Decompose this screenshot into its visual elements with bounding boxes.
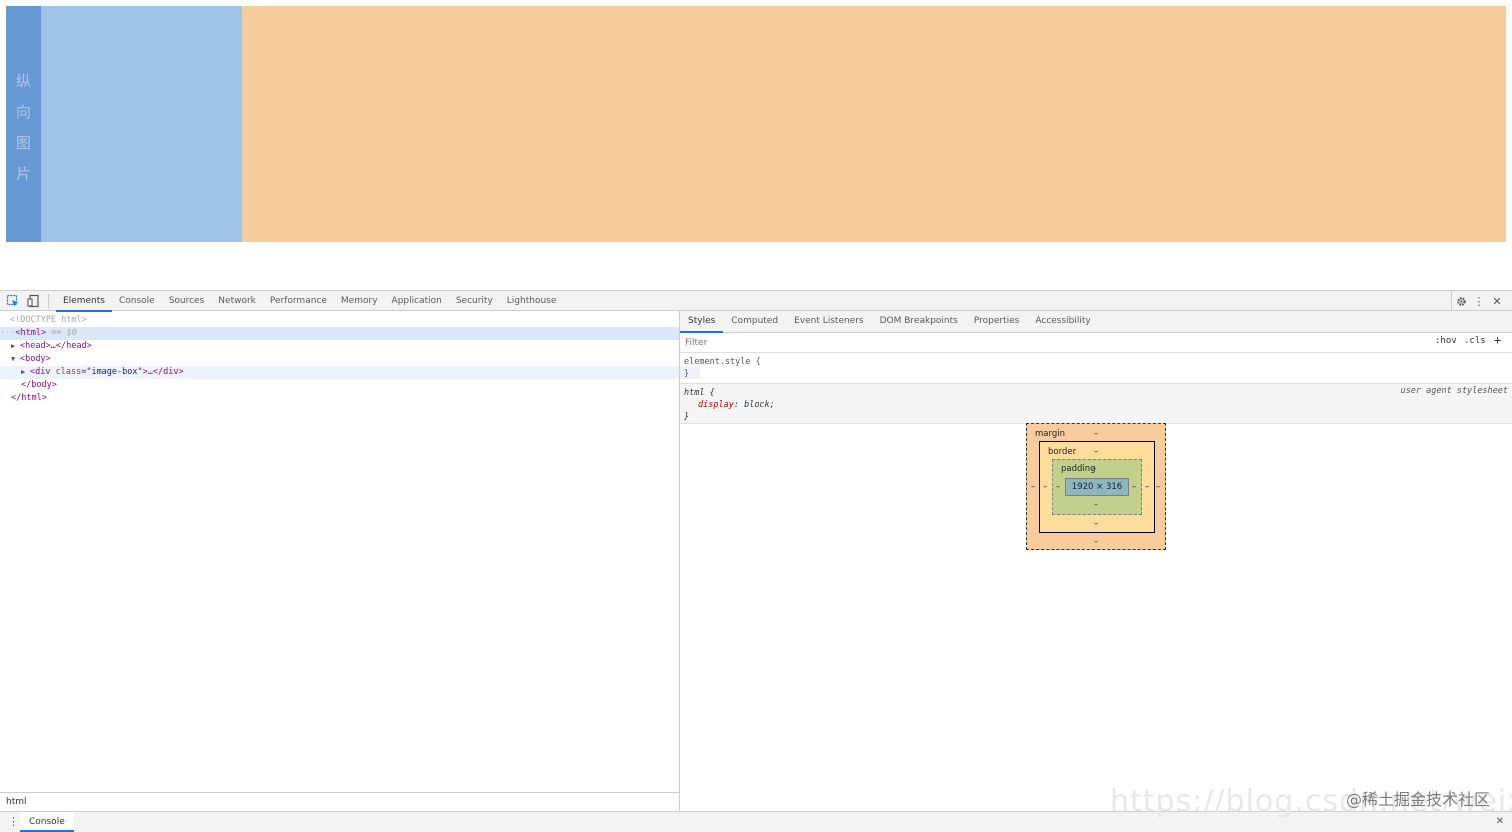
head-close-tag-name: head	[66, 341, 87, 351]
element-style-rule: element.style { }	[680, 354, 1512, 384]
image-box: 纵 向 图 片	[6, 6, 1506, 242]
div-attr-name: class	[55, 367, 82, 377]
tab-network[interactable]: Network	[211, 291, 263, 311]
tab-elements[interactable]: Elements	[56, 291, 112, 312]
collapse-triangle-icon[interactable]: ▼	[11, 353, 20, 366]
html-ua-rule: html { display: block; } user agent styl…	[680, 384, 1512, 424]
box-model-border[interactable]: border – – – – padding – – – – 1920 × 31…	[1039, 441, 1155, 533]
vertical-char-4: 片	[15, 165, 31, 183]
html-close-line[interactable]: </html>	[0, 392, 690, 405]
tab-dom-breakpoints[interactable]: DOM Breakpoints	[872, 311, 966, 332]
inspect-element-icon[interactable]	[6, 294, 20, 308]
drawer-tab-console[interactable]: Console	[20, 812, 74, 832]
selected-dots-icon: ···	[0, 328, 16, 338]
tab-sources[interactable]: Sources	[162, 291, 212, 311]
vertical-char-3: 图	[15, 134, 31, 152]
tab-application[interactable]: Application	[385, 291, 449, 311]
tab-computed[interactable]: Computed	[723, 311, 786, 332]
user-agent-label: user agent stylesheet	[1400, 386, 1508, 396]
drawer-menu-icon[interactable]: ⋮	[8, 815, 19, 828]
tab-properties[interactable]: Properties	[966, 311, 1027, 332]
tab-lighthouse[interactable]: Lighthouse	[500, 291, 564, 311]
html-rule-declaration: display: block;	[698, 400, 775, 410]
margin-top-value: –	[1094, 429, 1099, 439]
cls-button[interactable]: .cls	[1464, 336, 1486, 346]
html-tag-name: html	[20, 328, 41, 338]
margin-label: margin	[1035, 429, 1065, 439]
expand-triangle-icon[interactable]: ▶	[21, 366, 30, 379]
selected-marker: == $0	[51, 328, 77, 338]
toolbar-right-icons: ⋮ ✕	[1451, 291, 1506, 311]
devtools-toolbar: Elements Console Sources Network Perform…	[0, 290, 1512, 312]
watermark: @稀土掘金技术社区	[1345, 790, 1490, 809]
breadcrumb-html[interactable]: html	[6, 797, 27, 807]
tab-event-listeners[interactable]: Event Listeners	[786, 311, 872, 332]
more-options-icon[interactable]: ⋮	[1470, 291, 1488, 311]
head-node-line[interactable]: ▶ <head>…</head>	[0, 340, 690, 353]
margin-right-value: –	[1156, 482, 1161, 492]
prop-value-block: block;	[744, 400, 775, 410]
devtools-tabs: Elements Console Sources Network Perform…	[56, 291, 564, 312]
div-close-tag-name: div	[163, 367, 179, 377]
html-rule-selector: html {	[684, 388, 715, 398]
tab-styles[interactable]: Styles	[680, 311, 724, 333]
device-toolbar-icon[interactable]	[27, 294, 41, 308]
tab-security[interactable]: Security	[449, 291, 500, 311]
prop-name-display: display	[698, 400, 734, 410]
hov-button[interactable]: :hov	[1435, 336, 1457, 346]
padding-left-value: –	[1056, 482, 1061, 492]
padding-right-value: –	[1132, 482, 1137, 492]
padding-bottom-value: –	[1094, 500, 1099, 510]
vertical-image-bar: 纵 向 图 片	[6, 6, 41, 242]
vertical-char-1: 纵	[15, 72, 31, 90]
body-close-line[interactable]: </body>	[0, 379, 700, 392]
div-tag-name: div	[35, 367, 51, 377]
styles-subtabs: Styles Computed Event Listeners DOM Brea…	[680, 311, 1512, 333]
new-rule-button[interactable]: +	[1494, 333, 1501, 347]
margin-bottom-value: –	[1094, 537, 1099, 547]
tab-console[interactable]: Console	[112, 291, 162, 311]
tab-accessibility[interactable]: Accessibility	[1027, 311, 1098, 332]
close-devtools-icon[interactable]: ✕	[1488, 291, 1506, 311]
border-left-value: –	[1043, 482, 1048, 492]
html-node-line[interactable]: ···<html> == $0	[0, 327, 679, 340]
tab-memory[interactable]: Memory	[334, 291, 385, 311]
styles-filter-input[interactable]	[682, 336, 1430, 349]
body-close-tag-name: body	[31, 380, 52, 390]
page-preview: 纵 向 图 片	[0, 0, 1512, 290]
html-close-tag-name: html	[21, 393, 42, 403]
devtools-panel: Elements Console Sources Network Perform…	[0, 290, 1512, 832]
vertical-char-2: 向	[15, 103, 31, 121]
body-node-line[interactable]: ▼ <body>	[0, 353, 690, 366]
tab-performance[interactable]: Performance	[263, 291, 334, 311]
elements-tree: <!DOCTYPE html> ···<html> == $0 ▶ <head>……	[0, 311, 700, 792]
toolbar-separator	[48, 294, 49, 308]
doctype-text: <!DOCTYPE html>	[10, 315, 87, 325]
border-top-value: –	[1094, 447, 1099, 457]
div-node-line[interactable]: ▶ <div class="image-box">…</div>	[0, 366, 700, 379]
expand-triangle-icon[interactable]: ▶	[11, 340, 20, 353]
box-model-content-size[interactable]: 1920 × 316	[1065, 478, 1129, 496]
box-model-margin[interactable]: margin – – – – border – – – – padding – …	[1026, 423, 1166, 550]
head-tag-name: head	[25, 341, 46, 351]
html-rule-close: }	[684, 412, 690, 422]
light-blue-block	[41, 6, 242, 242]
padding-label: padding	[1061, 464, 1096, 474]
styles-filter-bar: :hov .cls +	[680, 333, 1512, 353]
breadcrumb: html	[0, 792, 679, 811]
border-right-value: –	[1145, 482, 1150, 492]
border-bottom-value: –	[1094, 519, 1099, 529]
body-tag-name: body	[25, 354, 46, 364]
element-style-close: }	[684, 369, 690, 379]
settings-gear-icon[interactable]	[1451, 291, 1470, 311]
doctype-line[interactable]: <!DOCTYPE html>	[0, 314, 689, 327]
element-style-selector[interactable]: element.style {	[680, 356, 1512, 368]
padding-top-value: –	[1092, 464, 1097, 474]
margin-left-value: –	[1031, 482, 1036, 492]
border-label: border	[1048, 447, 1077, 457]
styles-pane: Styles Computed Event Listeners DOM Brea…	[680, 311, 1512, 811]
div-attr-value: "image-box"	[86, 367, 143, 377]
box-model-padding[interactable]: padding – – – – 1920 × 316	[1052, 459, 1142, 515]
